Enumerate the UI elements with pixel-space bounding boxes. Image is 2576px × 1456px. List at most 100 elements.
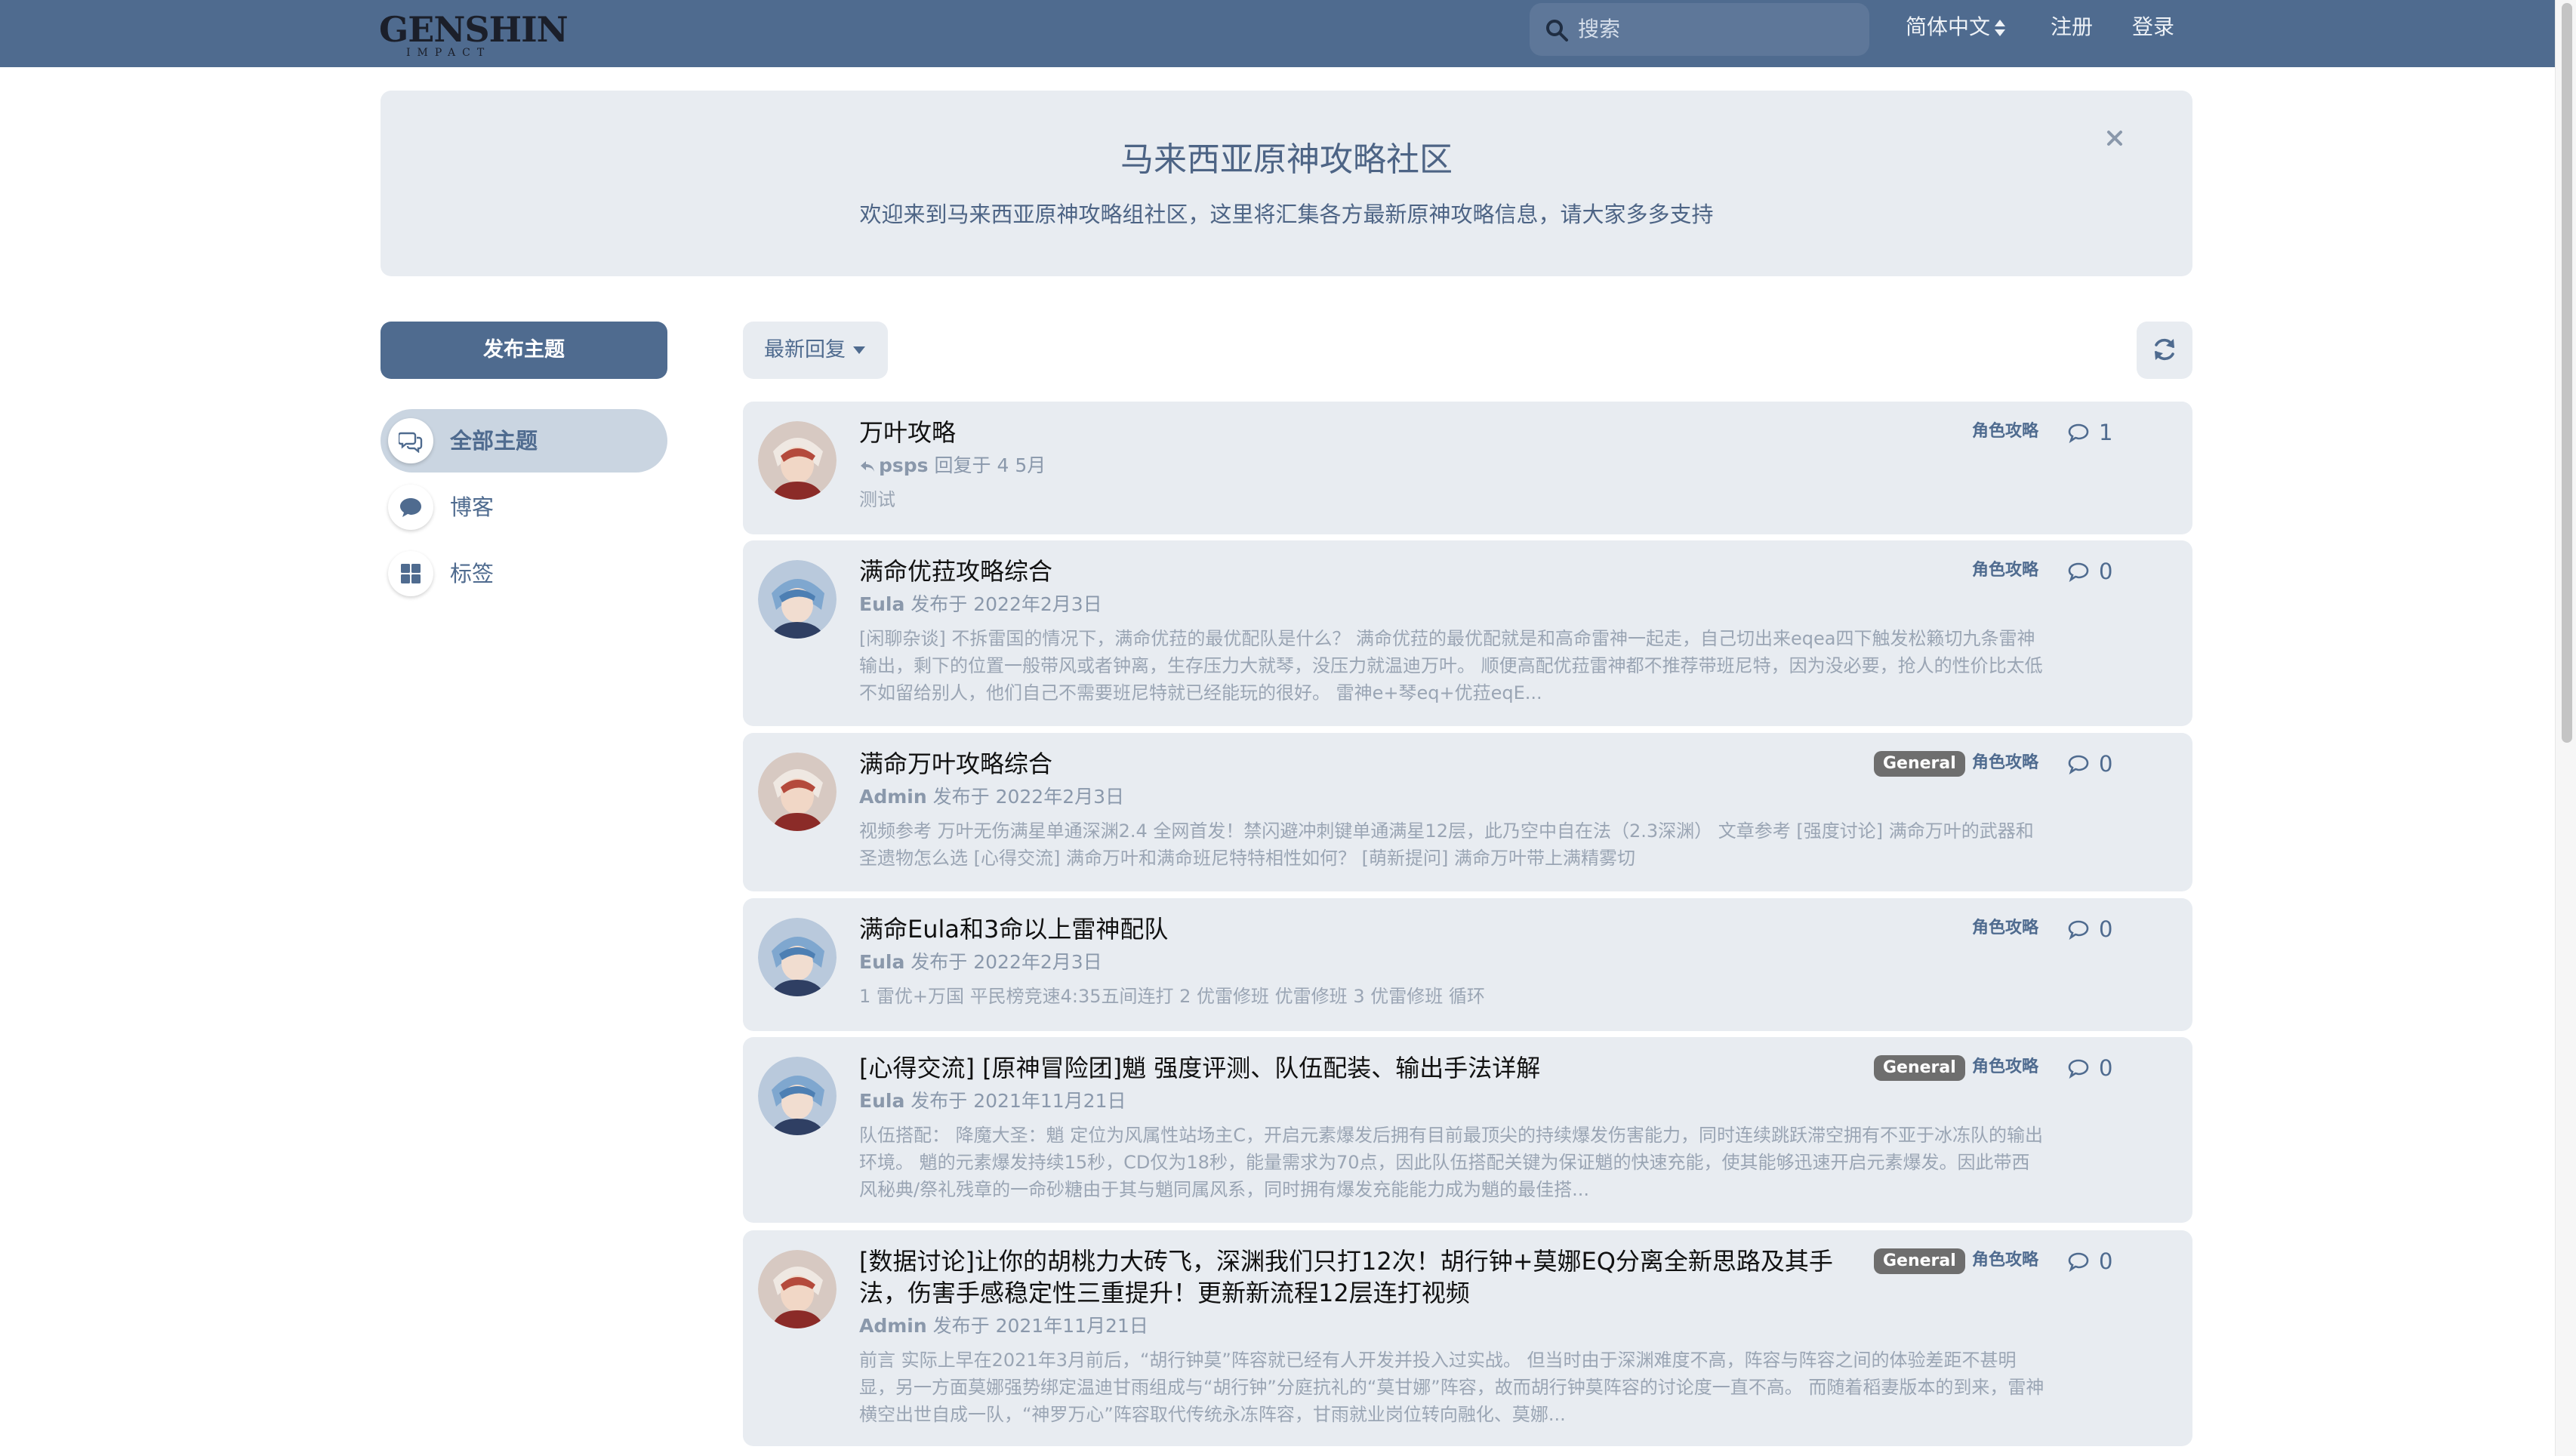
signup-link[interactable]: 注册 xyxy=(2051,14,2093,41)
topic-item[interactable]: 万叶攻略 psps 回复于 4 5月 测试 角色攻略 1 xyxy=(743,402,2192,534)
topic-meta: psps 回复于 4 5月 xyxy=(859,453,1046,479)
sidebar-item-blog[interactable]: 博客 xyxy=(381,476,667,539)
search-icon xyxy=(1546,20,1568,42)
topic-author[interactable]: Admin xyxy=(859,786,927,808)
sidebar-item-label: 博客 xyxy=(450,494,495,520)
avatar[interactable] xyxy=(758,1057,837,1135)
comment-icon xyxy=(2068,755,2089,775)
topic-author[interactable]: Eula xyxy=(859,1090,904,1112)
topic-meta-action: 发布于 xyxy=(911,593,968,615)
topic-tag[interactable]: 角色攻略 xyxy=(1972,751,2038,775)
avatar[interactable] xyxy=(758,421,837,500)
topic-meta-action: 发布于 xyxy=(911,951,968,973)
close-icon[interactable] xyxy=(2102,125,2128,151)
topic-item[interactable]: [数据讨论]让你的胡桃力大砖飞，深渊我们只打12次！胡行钟+莫娜EQ分离全新思路… xyxy=(743,1230,2192,1446)
topic-meta-time: 4 5月 xyxy=(997,454,1046,476)
discussions-icon xyxy=(399,432,423,453)
sort-dropdown[interactable]: 最新回复 xyxy=(743,322,888,379)
reply-count-value: 0 xyxy=(2099,1248,2113,1274)
avatar[interactable] xyxy=(758,753,837,831)
topic-excerpt: [闲聊杂谈] 不拆雷国的情况下，满命优菈的最优配队是什么？ 满命优菈的最优配就是… xyxy=(859,628,2043,703)
blog-icon xyxy=(400,498,421,517)
page-scrollbar[interactable] xyxy=(2555,0,2576,1456)
topic-meta-time: 2021年11月21日 xyxy=(995,1315,1148,1337)
reply-icon xyxy=(861,461,874,472)
comment-icon xyxy=(2068,1059,2089,1079)
reply-count-value: 0 xyxy=(2099,559,2113,584)
comment-icon xyxy=(2068,1252,2089,1273)
topic-tag[interactable]: 角色攻略 xyxy=(1972,1248,2038,1273)
topic-item[interactable]: 满命Eula和3命以上雷神配队 Eula 发布于 2022年2月3日 1 雷优+… xyxy=(743,898,2192,1031)
chevron-down-icon xyxy=(853,346,865,354)
topic-meta-time: 2022年2月3日 xyxy=(973,951,1102,973)
login-link[interactable]: 登录 xyxy=(2132,14,2174,41)
topic-meta: Eula 发布于 2022年2月3日 xyxy=(859,950,1102,975)
topic-meta-action: 发布于 xyxy=(911,1090,968,1112)
topic-excerpt: 队伍搭配： 降魔大圣：魈 定位为风属性站场主C，开启元素爆发后拥有目前最顶尖的持… xyxy=(859,1125,2044,1200)
topic-title[interactable]: 满命优菈攻略综合 xyxy=(859,556,1833,587)
topic-tag[interactable]: 角色攻略 xyxy=(1972,916,2038,940)
sidebar-item-label: 全部主题 xyxy=(450,428,538,454)
topic-title[interactable]: 万叶攻略 xyxy=(859,417,1833,448)
topic-author[interactable]: Eula xyxy=(859,951,904,973)
topic-tag[interactable]: 角色攻略 xyxy=(1972,420,2038,444)
topic-title[interactable]: 满命万叶攻略综合 xyxy=(859,748,1833,780)
topic-tag[interactable]: 角色攻略 xyxy=(1972,1055,2038,1079)
comment-icon xyxy=(2068,920,2089,940)
topic-meta-action: 发布于 xyxy=(932,1315,990,1337)
topic-excerpt: 1 雷优+万国 平民榜竞速4:35五间连打 2 优雷修班 优雷修班 3 优雷修班… xyxy=(859,986,1485,1007)
topic-title[interactable]: [数据讨论]让你的胡桃力大砖飞，深渊我们只打12次！胡行钟+莫娜EQ分离全新思路… xyxy=(859,1245,1833,1309)
sidebar-item-label: 标签 xyxy=(450,561,495,586)
topic-meta-action: 回复于 xyxy=(934,454,991,476)
topic-meta: Eula 发布于 2022年2月3日 xyxy=(859,592,1102,617)
top-navbar: GENSHIN IMPACT 搜索 简体中文 注册 登录 xyxy=(0,0,2555,67)
topic-meta-time: 2022年2月3日 xyxy=(995,786,1125,808)
topic-title[interactable]: [心得交流] [原神冒险团]魈 强度评测、队伍配装、输出手法详解 xyxy=(859,1052,1833,1084)
topic-meta: Admin 发布于 2021年11月21日 xyxy=(859,1313,1148,1339)
topic-author[interactable]: psps xyxy=(879,454,929,476)
sort-label: 最新回复 xyxy=(764,338,846,362)
reply-count-value: 0 xyxy=(2099,916,2113,942)
comment-icon xyxy=(2068,423,2089,444)
avatar[interactable] xyxy=(758,918,837,996)
topic-item[interactable]: 满命万叶攻略综合 Admin 发布于 2022年2月3日 视频参考 万叶无伤满星… xyxy=(743,733,2192,891)
hero-title: 马来西亚原神攻略社区 xyxy=(1120,140,1453,179)
topic-title[interactable]: 满命Eula和3命以上雷神配队 xyxy=(859,913,1833,945)
avatar[interactable] xyxy=(758,1250,837,1328)
topic-meta-time: 2022年2月3日 xyxy=(973,593,1102,615)
topic-author[interactable]: Admin xyxy=(859,1315,927,1337)
reply-count-value: 0 xyxy=(2099,751,2113,777)
topic-excerpt: 测试 xyxy=(859,489,895,510)
topic-tag[interactable]: 角色攻略 xyxy=(1972,559,2038,583)
search-placeholder: 搜索 xyxy=(1578,17,1621,42)
general-badge[interactable]: General xyxy=(1874,751,1965,777)
genshin-impact-logo[interactable]: GENSHIN IMPACT xyxy=(379,8,569,60)
topic-meta: Admin 发布于 2022年2月3日 xyxy=(859,784,1124,810)
refresh-button[interactable] xyxy=(2137,322,2192,379)
avatar[interactable] xyxy=(758,560,837,639)
hero-subtitle: 欢迎来到马来西亚原神攻略组社区，这里将汇集各方最新原神攻略信息，请大家多多支持 xyxy=(859,202,1714,227)
topic-excerpt: 视频参考 万叶无伤满星单通深渊2.4 全网首发！禁闪避冲刺键单通满星12层，此乃… xyxy=(859,820,2034,869)
topic-excerpt: 前言 实际上早在2021年3月前后，“胡行钟莫”阵容就已经有人开发并投入过实战。… xyxy=(859,1350,2044,1425)
topic-item[interactable]: [心得交流] [原神冒险团]魈 强度评测、队伍配装、输出手法详解 Eula 发布… xyxy=(743,1037,2192,1223)
general-badge[interactable]: General xyxy=(1874,1055,1965,1081)
sidebar-item-all-topics[interactable]: 全部主题 xyxy=(381,409,667,473)
refresh-icon xyxy=(2155,338,2174,361)
general-badge[interactable]: General xyxy=(1874,1248,1965,1274)
sidebar-item-tags[interactable]: 标签 xyxy=(381,542,667,605)
topic-author[interactable]: Eula xyxy=(859,593,904,615)
tags-icon xyxy=(401,564,421,583)
logo-wordmark: GENSHIN xyxy=(379,9,569,50)
search-input[interactable]: 搜索 xyxy=(1530,3,1869,56)
language-selector[interactable]: 简体中文 xyxy=(1906,14,1990,41)
topic-meta-action: 发布于 xyxy=(932,786,990,808)
topic-item[interactable]: 满命优菈攻略综合 Eula 发布于 2022年2月3日 [闲聊杂谈] 不拆雷国的… xyxy=(743,540,2192,726)
reply-count-value: 1 xyxy=(2099,420,2113,445)
reply-count-value: 0 xyxy=(2099,1055,2113,1081)
logo-subtitle: IMPACT xyxy=(406,47,491,59)
sort-caret-icon[interactable] xyxy=(1993,18,2007,38)
topic-meta-time: 2021年11月21日 xyxy=(973,1090,1126,1112)
new-topic-button[interactable]: 发布主题 xyxy=(381,322,667,379)
scrollbar-thumb[interactable] xyxy=(2562,3,2572,743)
topic-meta: Eula 发布于 2021年11月21日 xyxy=(859,1088,1126,1114)
